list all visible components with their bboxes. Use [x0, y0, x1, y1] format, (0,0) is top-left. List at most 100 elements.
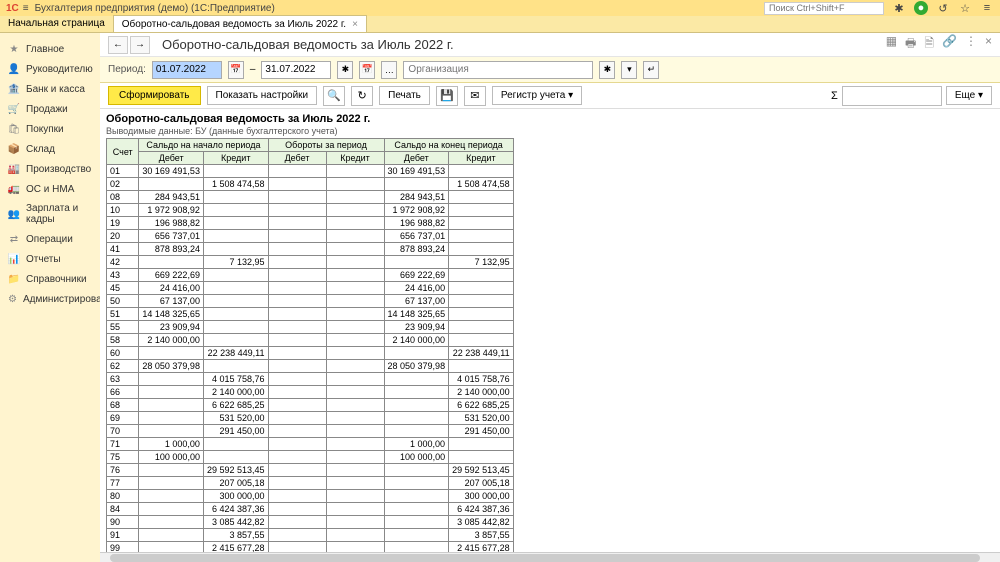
global-search-input[interactable] [764, 2, 884, 15]
table-row[interactable]: 20656 737,01656 737,01 [107, 230, 514, 243]
table-row[interactable]: 4524 416,0024 416,00 [107, 282, 514, 295]
sidebar-item-5[interactable]: 📦Склад [0, 139, 100, 159]
period-row: Период: 📅 – ✱ 📅 … ✱ ▾ ↵ [100, 57, 1000, 83]
table-row[interactable]: 634 015 758,764 015 758,76 [107, 373, 514, 386]
table-row[interactable]: 41878 893,24878 893,24 [107, 243, 514, 256]
calendar-icon[interactable]: 📅 [359, 61, 375, 79]
tab-report[interactable]: Оборотно-сальдовая ведомость за Июль 202… [114, 15, 367, 32]
table-row[interactable]: 6228 050 379,9828 050 379,98 [107, 360, 514, 373]
sum-icon[interactable]: Σ [831, 90, 838, 102]
table-row[interactable]: 75100 000,00100 000,00 [107, 451, 514, 464]
sidebar-item-0[interactable]: ★Главное [0, 39, 100, 59]
select-icon[interactable]: ↵ [643, 61, 659, 79]
table-row[interactable]: 662 140 000,002 140 000,00 [107, 386, 514, 399]
col-turnover: Обороты за период [268, 139, 384, 152]
wand-icon[interactable]: ✱ [337, 61, 353, 79]
print-icon[interactable]: 🖶 [905, 34, 916, 55]
close-icon[interactable]: × [352, 19, 358, 30]
star-icon[interactable]: ☆ [958, 1, 972, 15]
sidebar-item-label: Отчеты [26, 254, 61, 265]
table-row[interactable]: 70291 450,00291 450,00 [107, 425, 514, 438]
sidebar-item-8[interactable]: 👥Зарплата и кадры [0, 199, 100, 229]
table-row[interactable]: 43669 222,69669 222,69 [107, 269, 514, 282]
table-row[interactable]: 77207 005,18207 005,18 [107, 477, 514, 490]
sidebar-item-11[interactable]: 📁 Справочники [0, 269, 100, 289]
grid-icon[interactable]: ▦ [886, 34, 897, 55]
close-icon[interactable]: × [985, 34, 992, 55]
table-row[interactable]: 913 857,553 857,55 [107, 529, 514, 542]
table-row[interactable]: 427 132,957 132,95 [107, 256, 514, 269]
sidebar-item-label: Справочники [26, 274, 87, 285]
sidebar-icon: ⇄ [8, 233, 20, 245]
show-settings-button[interactable]: Показать настройки [207, 86, 318, 105]
email-icon[interactable]: ✉ [464, 86, 486, 106]
table-row[interactable]: 08284 943,51284 943,51 [107, 191, 514, 204]
table-row[interactable]: 80300 000,00300 000,00 [107, 490, 514, 503]
calendar-icon[interactable]: 📅 [228, 61, 244, 79]
sidebar-item-label: Банк и касса [26, 84, 85, 95]
table-row[interactable]: 5523 909,9423 909,94 [107, 321, 514, 334]
wand-icon[interactable]: ✱ [599, 61, 615, 79]
col-debit: Дебет [384, 152, 449, 165]
horizontal-scrollbar[interactable] [100, 552, 1000, 562]
table-row[interactable]: 711 000,001 000,00 [107, 438, 514, 451]
organization-input[interactable] [403, 61, 593, 79]
more-label: Еще [955, 90, 975, 101]
col-end: Сальдо на конец периода [384, 139, 513, 152]
forward-button[interactable]: → [130, 36, 150, 54]
ellipsis-button[interactable]: … [381, 61, 397, 79]
table-row[interactable]: 5067 137,0067 137,00 [107, 295, 514, 308]
date-from-input[interactable] [152, 61, 222, 79]
table-row[interactable]: 69531 520,00531 520,00 [107, 412, 514, 425]
sidebar-icon: 📊 [8, 253, 20, 265]
refresh-icon[interactable]: ↻ [351, 86, 373, 106]
more-button[interactable]: Еще ▾ [946, 86, 992, 105]
sidebar-item-10[interactable]: 📊 Отчеты [0, 249, 100, 269]
col-begin: Сальдо на начало периода [139, 139, 268, 152]
print-button[interactable]: Печать [379, 86, 430, 105]
sidebar-item-1[interactable]: 👤Руководителю [0, 59, 100, 79]
table-row[interactable]: 7629 592 513,4529 592 513,45 [107, 464, 514, 477]
history-icon[interactable]: ↺ [936, 1, 950, 15]
date-to-input[interactable] [261, 61, 331, 79]
sidebar-item-4[interactable]: 🛍Покупки [0, 119, 100, 139]
sidebar-item-label: Продажи [26, 104, 68, 115]
sidebar-item-12[interactable]: ⚙Администрирование [0, 289, 100, 309]
table-row[interactable]: 101 972 908,921 972 908,92 [107, 204, 514, 217]
sidebar-item-7[interactable]: 🚛ОС и НМА [0, 179, 100, 199]
sidebar: ★Главное👤Руководителю🏦Банк и касса🛒Прода… [0, 33, 100, 562]
sum-input[interactable] [842, 86, 942, 106]
sidebar-icon: 📁 [8, 273, 20, 285]
tabs-row: Начальная страница Оборотно-сальдовая ве… [0, 16, 1000, 33]
menu-icon[interactable]: ≡ [23, 3, 29, 14]
sidebar-item-6[interactable]: 🏭Производство [0, 159, 100, 179]
sidebar-item-9[interactable]: ⇄Операции [0, 229, 100, 249]
form-button[interactable]: Сформировать [108, 86, 201, 105]
save-icon[interactable]: 🗎 [924, 34, 934, 55]
status-icon[interactable]: ● [914, 1, 928, 15]
table-row[interactable]: 992 415 677,282 415 677,28 [107, 542, 514, 553]
search-icon[interactable]: 🔍 [323, 86, 345, 106]
notification-icon[interactable]: ✱ [892, 1, 906, 15]
table-row[interactable]: 19196 988,82196 988,82 [107, 217, 514, 230]
link-icon[interactable]: 🔗 [942, 34, 957, 55]
dropdown-icon[interactable]: ▾ [621, 61, 637, 79]
more-icon[interactable]: ≡ [980, 1, 994, 15]
sidebar-icon: 👥 [8, 208, 20, 220]
save-file-icon[interactable]: 💾 [436, 86, 458, 106]
table-row[interactable]: 0130 169 491,5330 169 491,53 [107, 165, 514, 178]
table-row[interactable]: 021 508 474,581 508 474,58 [107, 178, 514, 191]
table-row[interactable]: 582 140 000,002 140 000,00 [107, 334, 514, 347]
more-icon[interactable]: ⋮ [965, 34, 977, 55]
register-button[interactable]: Регистр учета ▾ [492, 86, 582, 105]
table-row[interactable]: 6022 238 449,1122 238 449,11 [107, 347, 514, 360]
back-button[interactable]: ← [108, 36, 128, 54]
sidebar-item-2[interactable]: 🏦Банк и касса [0, 79, 100, 99]
table-row[interactable]: 903 085 442,823 085 442,82 [107, 516, 514, 529]
sidebar-item-label: Руководителю [26, 64, 93, 75]
table-row[interactable]: 846 424 387,366 424 387,36 [107, 503, 514, 516]
tab-home[interactable]: Начальная страница [0, 15, 114, 32]
table-row[interactable]: 686 622 685,256 622 685,25 [107, 399, 514, 412]
sidebar-item-3[interactable]: 🛒Продажи [0, 99, 100, 119]
table-row[interactable]: 5114 148 325,6514 148 325,65 [107, 308, 514, 321]
